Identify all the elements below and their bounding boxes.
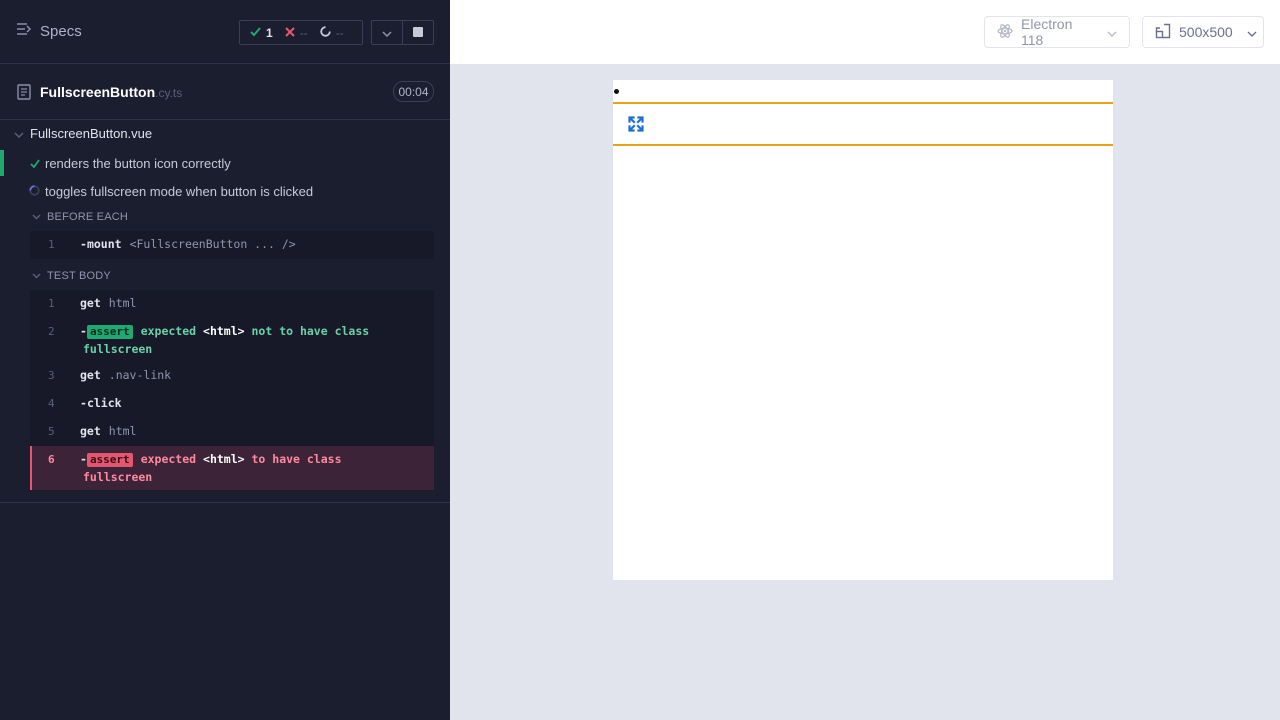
command-dash: -: [80, 324, 87, 338]
chevron-down-icon: [14, 126, 24, 141]
aut-header: Electron 118 500x500: [450, 0, 1280, 64]
spec-header: FullscreenButton.cy.ts 00:04: [0, 64, 450, 120]
test-title: toggles fullscreen mode when button is c…: [45, 183, 314, 199]
fullscreen-button[interactable]: [628, 116, 644, 132]
command-number: 5: [48, 425, 55, 438]
command-number: 2: [48, 325, 55, 338]
command-number: 1: [48, 297, 55, 310]
command-name: mount: [86, 237, 122, 251]
assert-expected: expected: [140, 452, 197, 466]
electron-icon: [997, 23, 1013, 42]
test-item-running[interactable]: toggles fullscreen mode when button is c…: [0, 179, 450, 203]
command-name: get: [80, 424, 101, 438]
assert-continuation: fullscreen: [83, 470, 153, 484]
reporter-topbar: Specs 1 -- --: [0, 0, 450, 64]
test-body-header[interactable]: TEST BODY: [32, 270, 111, 282]
assert-message: to have class: [251, 452, 342, 466]
list-bullet: [614, 89, 619, 94]
command-number: 6: [48, 453, 55, 466]
spec-duration: 00:04: [393, 81, 434, 102]
command-dash: -: [80, 237, 87, 251]
stop-button[interactable]: [402, 21, 433, 44]
command-row[interactable]: 4 -click: [30, 390, 434, 418]
spec-basename: FullscreenButton: [40, 84, 156, 100]
before-each-label: BEFORE EACH: [47, 211, 129, 223]
test-body-commands: 1 get html 2 - assert expected <html> not t…: [30, 290, 434, 490]
spec-extension: .cy.ts: [155, 86, 183, 100]
command-row-assert-fail[interactable]: 6 - assert expected <html> to have class f…: [30, 446, 434, 490]
command-arg: <FullscreenButton ... />: [129, 237, 296, 251]
command-arg: html: [108, 296, 137, 310]
assert-continuation: fullscreen: [83, 342, 153, 356]
stat-pending: --: [308, 26, 344, 40]
chevron-down-icon: [32, 211, 41, 223]
pending-count: --: [335, 25, 344, 40]
expand-icon: [628, 116, 644, 136]
specs-button[interactable]: Specs: [16, 22, 82, 40]
spinner-icon: [320, 25, 331, 40]
command-row[interactable]: 3 get .nav-link: [30, 362, 434, 390]
command-name: get: [80, 296, 101, 310]
command-row[interactable]: 1 get html: [30, 290, 434, 318]
assert-expected: expected: [140, 324, 197, 338]
check-icon: [30, 156, 40, 171]
list-icon: [16, 22, 32, 40]
document-icon: [17, 84, 31, 105]
suite-title[interactable]: FullscreenButton.vue: [14, 126, 152, 141]
command-number: 1: [48, 238, 55, 251]
before-each-header[interactable]: BEFORE EACH: [32, 211, 128, 223]
viewport-label: 500x500: [1179, 24, 1233, 40]
spinner-icon: [29, 184, 40, 199]
chevron-down-icon: [1247, 24, 1257, 40]
app-under-test: [613, 80, 1113, 580]
test-title: renders the button icon correctly: [45, 155, 231, 171]
divider: [0, 502, 450, 503]
assert-subject: <html>: [203, 452, 245, 466]
browser-selector[interactable]: Electron 118: [984, 16, 1130, 48]
stat-passed: 1: [240, 26, 273, 40]
command-row[interactable]: 5 get html: [30, 418, 434, 446]
assert-subject: <html>: [203, 324, 245, 338]
chevron-down-icon: [382, 24, 392, 42]
test-item-passed[interactable]: renders the button icon correctly: [0, 151, 450, 175]
browser-label: Electron 118: [1021, 16, 1073, 48]
command-dash: -: [80, 396, 87, 410]
command-row[interactable]: 1 -mount <FullscreenButton ... />: [30, 231, 434, 259]
assert-message: not to have class: [251, 324, 370, 338]
failed-count: --: [299, 25, 308, 40]
specs-label: Specs: [40, 22, 82, 40]
viewport-selector[interactable]: 500x500: [1142, 16, 1264, 48]
command-dash: -: [80, 452, 87, 466]
passed-count: 1: [266, 25, 273, 40]
assert-tag: assert: [86, 453, 133, 467]
collapse-button[interactable]: [372, 21, 402, 44]
command-number: 3: [48, 369, 55, 382]
x-icon: [284, 26, 295, 40]
before-each-commands: 1 -mount <FullscreenButton ... />: [30, 231, 434, 259]
spec-filename[interactable]: FullscreenButton.cy.ts: [40, 84, 182, 100]
stat-failed: --: [273, 26, 308, 40]
command-name: get: [80, 368, 101, 382]
test-stats: 1 -- --: [239, 20, 363, 45]
suite-label: FullscreenButton.vue: [30, 126, 153, 141]
command-name: click: [86, 396, 122, 410]
stop-icon: [413, 24, 424, 42]
navbar: [613, 102, 1113, 146]
command-arg: .nav-link: [108, 368, 172, 382]
run-controls: [371, 20, 434, 45]
check-icon: [250, 26, 261, 40]
viewport-icon: [1155, 23, 1171, 42]
command-row-assert-pass[interactable]: 2 - assert expected <html> not to have cla…: [30, 318, 434, 362]
test-body-label: TEST BODY: [47, 270, 111, 282]
command-number: 4: [48, 397, 55, 410]
assert-tag: assert: [86, 325, 133, 339]
reporter-panel: Specs 1 -- -- FullscreenButton.cy.ts 00:…: [0, 0, 450, 720]
chevron-down-icon: [32, 270, 41, 282]
command-arg: html: [108, 424, 137, 438]
chevron-down-icon: [1107, 24, 1117, 40]
